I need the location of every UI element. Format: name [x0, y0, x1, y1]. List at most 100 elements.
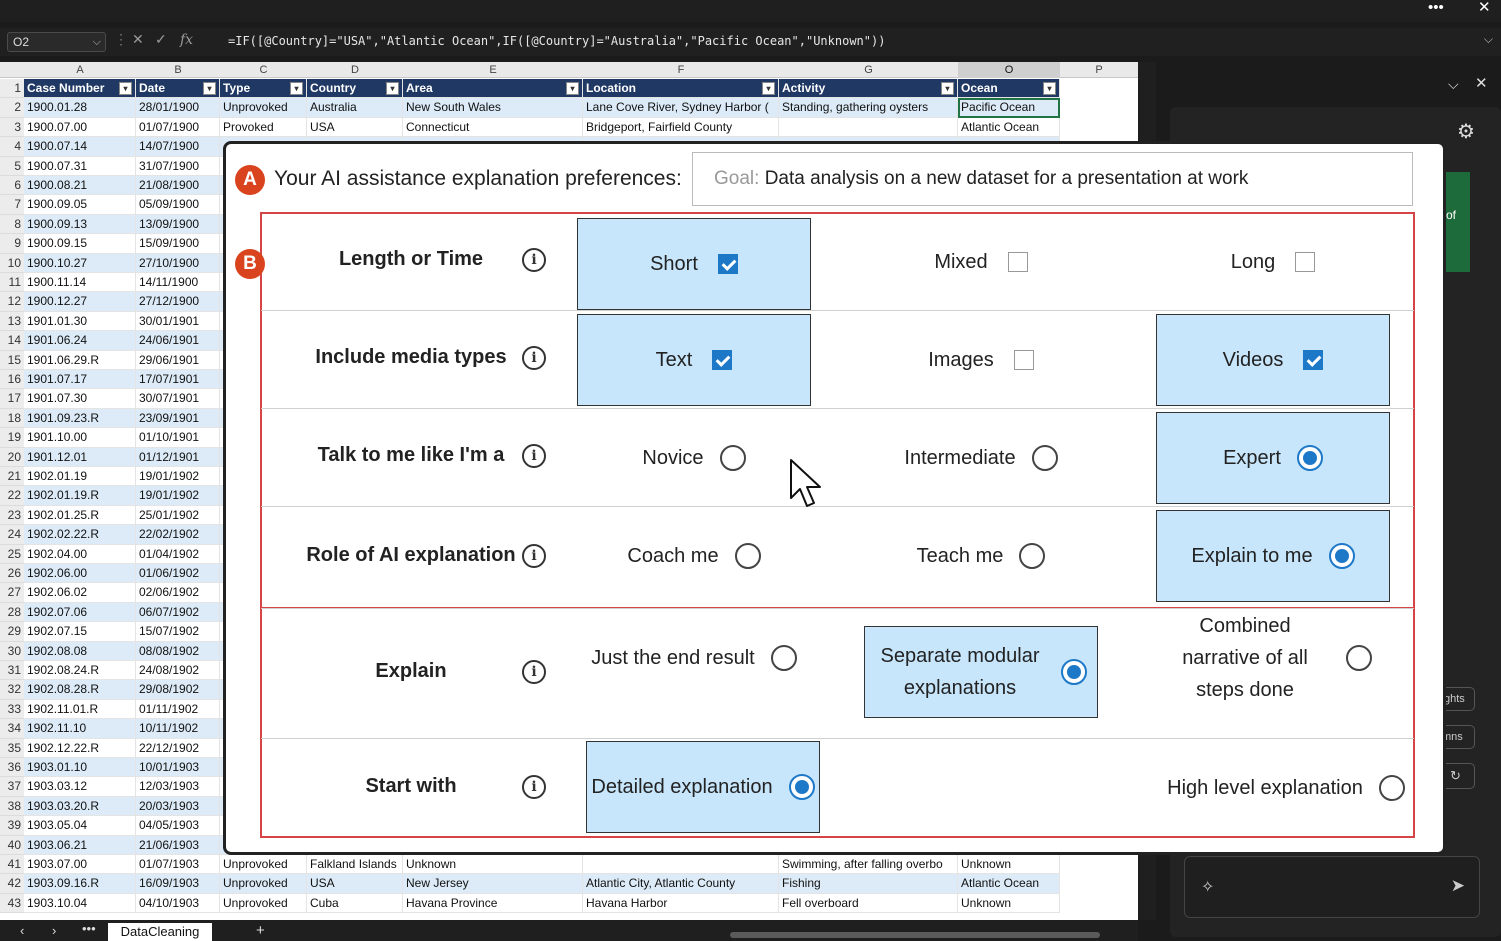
- table-cell[interactable]: Falkland Islands: [307, 855, 403, 875]
- name-box[interactable]: O2 ⌵: [7, 32, 106, 52]
- table-cell[interactable]: 1901.07.17: [24, 370, 136, 390]
- row-number[interactable]: 21: [0, 467, 24, 487]
- table-cell[interactable]: Unprovoked: [220, 855, 307, 875]
- table-cell[interactable]: 1902.08.28.R: [24, 680, 136, 700]
- column-filter-header[interactable]: Type ▾: [220, 79, 307, 99]
- row-number[interactable]: 37: [0, 777, 24, 797]
- table-cell[interactable]: 04/10/1903: [136, 893, 220, 914]
- table-cell[interactable]: 28/01/1900: [136, 98, 220, 118]
- row-number[interactable]: 20: [0, 447, 24, 467]
- table-cell[interactable]: 1902.06.00: [24, 564, 136, 584]
- send-icon[interactable]: ➤: [1451, 876, 1465, 896]
- table-cell[interactable]: 27/10/1900: [136, 253, 220, 273]
- table-cell[interactable]: Unknown: [958, 893, 1060, 914]
- row-number[interactable]: 10: [0, 253, 24, 273]
- table-cell[interactable]: 1903.07.00: [24, 855, 136, 875]
- table-cell[interactable]: 1902.01.25.R: [24, 505, 136, 526]
- row-number[interactable]: 32: [0, 680, 24, 700]
- table-cell[interactable]: 1900.07.31: [24, 156, 136, 176]
- next-sheet-icon[interactable]: ›: [52, 923, 56, 938]
- column-filter-header[interactable]: Country ▾: [307, 79, 403, 99]
- table-cell[interactable]: 14/07/1900: [136, 137, 220, 157]
- row-number[interactable]: 3: [0, 117, 24, 138]
- column-header-p[interactable]: P: [1060, 62, 1138, 78]
- formula-input[interactable]: =IF([@Country]="USA","Atlantic Ocean",IF…: [228, 34, 885, 48]
- info-icon[interactable]: i: [522, 346, 546, 370]
- table-cell[interactable]: 20/03/1903: [136, 796, 220, 817]
- table-cell[interactable]: 30/07/1901: [136, 389, 220, 409]
- pref-option[interactable]: Mixed: [864, 216, 1098, 308]
- table-cell[interactable]: 15/09/1900: [136, 234, 220, 254]
- table-cell[interactable]: [583, 855, 779, 875]
- pref-option[interactable]: Detailed explanation: [586, 741, 820, 833]
- pref-option[interactable]: Explain to me: [1156, 510, 1390, 602]
- table-cell[interactable]: 06/07/1902: [136, 602, 220, 623]
- radio-button[interactable]: [1378, 775, 1405, 801]
- table-cell[interactable]: 25/01/1902: [136, 505, 220, 526]
- table-cell[interactable]: 1900.07.00: [24, 117, 136, 138]
- goal-field[interactable]: Goal: Data analysis on a new dataset for…: [692, 152, 1413, 206]
- table-cell[interactable]: 16/09/1903: [136, 874, 220, 894]
- table-cell[interactable]: 29/06/1901: [136, 350, 220, 370]
- table-cell[interactable]: New South Wales: [403, 98, 583, 118]
- pref-option[interactable]: High level explanation: [1156, 742, 1416, 834]
- table-cell[interactable]: Standing, gathering oysters: [779, 98, 958, 118]
- filter-dropdown-icon[interactable]: ▾: [203, 82, 216, 95]
- row-number[interactable]: 2: [0, 98, 24, 118]
- chat-input[interactable]: ✧ ➤: [1184, 856, 1480, 918]
- filter-dropdown-icon[interactable]: ▾: [1043, 82, 1056, 95]
- checkbox[interactable]: [1013, 350, 1034, 370]
- column-header-c[interactable]: C: [220, 62, 307, 78]
- row-number[interactable]: 5: [0, 156, 24, 176]
- table-cell[interactable]: 29/08/1902: [136, 680, 220, 700]
- radio-button[interactable]: [1346, 645, 1372, 671]
- table-cell[interactable]: 10/11/1902: [136, 719, 220, 739]
- enter-icon[interactable]: ✓: [155, 32, 167, 48]
- table-cell[interactable]: 21/08/1900: [136, 176, 220, 196]
- table-cell[interactable]: 1903.03.20.R: [24, 796, 136, 817]
- table-cell[interactable]: 01/10/1901: [136, 428, 220, 448]
- column-header-a[interactable]: A: [24, 62, 136, 78]
- row-number[interactable]: 36: [0, 758, 24, 778]
- table-cell[interactable]: 08/08/1902: [136, 641, 220, 661]
- row-number[interactable]: 30: [0, 641, 24, 661]
- info-icon[interactable]: i: [522, 660, 546, 684]
- table-cell[interactable]: 24/06/1901: [136, 331, 220, 351]
- checkbox[interactable]: [1007, 252, 1028, 272]
- table-cell[interactable]: Havana Province: [403, 893, 583, 914]
- info-icon[interactable]: i: [522, 248, 546, 272]
- pref-option[interactable]: Text: [577, 314, 811, 406]
- table-cell[interactable]: 12/03/1903: [136, 777, 220, 797]
- row-number[interactable]: 12: [0, 292, 24, 312]
- column-filter-header[interactable]: Date ▾: [136, 79, 220, 99]
- table-cell[interactable]: 1903.01.10: [24, 758, 136, 778]
- table-cell[interactable]: Atlantic Ocean: [958, 874, 1060, 894]
- chevron-down-icon[interactable]: ⌵: [93, 33, 101, 51]
- checkbox[interactable]: [712, 350, 733, 370]
- pref-option[interactable]: Novice: [577, 412, 811, 504]
- table-cell[interactable]: Unprovoked: [220, 874, 307, 894]
- table-cell[interactable]: 1900.08.21: [24, 176, 136, 196]
- row-number[interactable]: 24: [0, 525, 24, 545]
- radio-button[interactable]: [1019, 543, 1046, 569]
- row-number[interactable]: 42: [0, 874, 24, 894]
- table-cell[interactable]: 1903.10.04: [24, 893, 136, 914]
- table-cell[interactable]: 15/07/1902: [136, 622, 220, 642]
- table-cell[interactable]: 22/02/1902: [136, 525, 220, 545]
- row-number[interactable]: 29: [0, 622, 24, 642]
- row-number[interactable]: 39: [0, 816, 24, 836]
- column-filter-header[interactable]: Area ▾: [403, 79, 583, 99]
- row-number[interactable]: 18: [0, 408, 24, 429]
- column-filter-header[interactable]: Ocean ▾: [958, 79, 1060, 99]
- row-number[interactable]: 27: [0, 583, 24, 603]
- table-cell[interactable]: Atlantic Ocean: [958, 117, 1060, 138]
- row-number[interactable]: 9: [0, 234, 24, 254]
- close-pane-icon[interactable]: ✕: [1475, 74, 1488, 92]
- table-row[interactable]: 3 1900.07.00 01/07/1900 Provoked USA Connecti…: [0, 117, 1138, 138]
- table-cell[interactable]: 30/01/1901: [136, 311, 220, 332]
- table-cell[interactable]: 1903.03.12: [24, 777, 136, 797]
- horizontal-scrollbar[interactable]: [730, 932, 1100, 938]
- pref-option[interactable]: Expert: [1156, 412, 1390, 504]
- table-cell[interactable]: 01/07/1903: [136, 855, 220, 875]
- row-number[interactable]: 13: [0, 311, 24, 332]
